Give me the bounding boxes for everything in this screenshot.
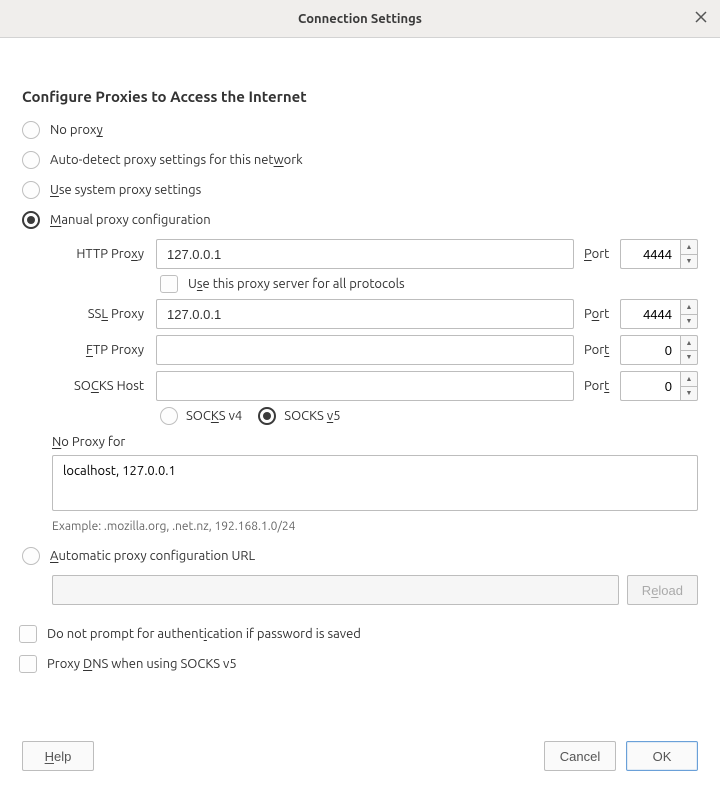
- socks-host-input[interactable]: [156, 371, 574, 401]
- close-icon: [694, 10, 708, 24]
- http-port-label: Port: [580, 247, 614, 261]
- ftp-port-label: Port: [580, 343, 614, 357]
- radio-system-proxy[interactable]: Use system proxy settings: [22, 179, 698, 201]
- ftp-proxy-input[interactable]: [156, 335, 574, 365]
- checkbox-icon: [19, 625, 37, 643]
- radio-label: Manual proxy configuration: [50, 213, 211, 227]
- checkbox-label: Use this proxy server for all protocols: [188, 277, 405, 291]
- checkbox-icon: [19, 655, 37, 673]
- step-down-icon[interactable]: ▼: [680, 386, 698, 402]
- step-up-icon[interactable]: ▲: [680, 239, 698, 254]
- radio-manual-proxy[interactable]: Manual proxy configuration: [22, 209, 698, 231]
- help-button[interactable]: Help: [22, 741, 94, 771]
- ftp-port-spinner[interactable]: ▲▼: [620, 335, 698, 365]
- radio-icon: [22, 121, 40, 139]
- checkbox-no-prompt[interactable]: Do not prompt for authentication if pass…: [19, 623, 698, 645]
- pac-url-input: [52, 575, 619, 605]
- radio-automatic-pac[interactable]: Automatic proxy configuration URL: [22, 545, 698, 567]
- example-text: Example: .mozilla.org, .net.nz, 192.168.…: [52, 520, 698, 533]
- ssl-proxy-label: SSL Proxy: [52, 307, 150, 321]
- radio-label: SOCKS v5: [284, 409, 340, 423]
- titlebar: Connection Settings: [0, 0, 720, 38]
- http-proxy-input[interactable]: [156, 239, 574, 269]
- ftp-port-input[interactable]: [620, 335, 680, 365]
- ftp-proxy-label: FTP Proxy: [52, 343, 150, 357]
- step-up-icon[interactable]: ▲: [680, 299, 698, 314]
- checkbox-label: Do not prompt for authentication if pass…: [47, 627, 361, 641]
- cancel-button[interactable]: Cancel: [544, 741, 616, 771]
- radio-icon: [160, 407, 178, 425]
- no-proxy-for-label: No Proxy for: [52, 435, 698, 449]
- step-down-icon[interactable]: ▼: [680, 350, 698, 366]
- radio-socks-v5[interactable]: SOCKS v5: [258, 407, 340, 425]
- checkbox-label: Proxy DNS when using SOCKS v5: [47, 657, 237, 671]
- ssl-proxy-input[interactable]: [156, 299, 574, 329]
- ssl-port-input[interactable]: [620, 299, 680, 329]
- radio-icon: [22, 211, 40, 229]
- radio-label: Auto-detect proxy settings for this netw…: [50, 153, 303, 167]
- dialog-footer: Help Cancel OK: [22, 741, 698, 771]
- dialog-title: Connection Settings: [298, 12, 422, 26]
- radio-label: Use system proxy settings: [50, 183, 201, 197]
- http-port-spinner[interactable]: ▲▼: [620, 239, 698, 269]
- socks-port-input[interactable]: [620, 371, 680, 401]
- ssl-port-label: Port: [580, 307, 614, 321]
- socks-host-label: SOCKS Host: [52, 379, 150, 393]
- reload-button: Reload: [627, 575, 698, 605]
- checkbox-icon: [160, 275, 178, 293]
- radio-socks-v4[interactable]: SOCKS v4: [160, 407, 242, 425]
- radio-icon: [22, 181, 40, 199]
- radio-label: SOCKS v4: [186, 409, 242, 423]
- use-for-all-checkbox-row[interactable]: Use this proxy server for all protocols: [160, 275, 698, 293]
- no-proxy-for-input[interactable]: [52, 455, 698, 511]
- radio-no-proxy[interactable]: No proxy: [22, 119, 698, 141]
- radio-label: No proxy: [50, 123, 103, 137]
- socks-port-label: Port: [580, 379, 614, 393]
- http-port-input[interactable]: [620, 239, 680, 269]
- radio-icon: [22, 151, 40, 169]
- radio-label: Automatic proxy configuration URL: [50, 549, 255, 563]
- radio-icon: [258, 407, 276, 425]
- section-heading: Configure Proxies to Access the Internet: [22, 88, 698, 105]
- step-down-icon[interactable]: ▼: [680, 314, 698, 330]
- ok-button[interactable]: OK: [626, 741, 698, 771]
- http-proxy-label: HTTP Proxy: [52, 247, 150, 261]
- step-up-icon[interactable]: ▲: [680, 371, 698, 386]
- manual-proxy-form: HTTP Proxy Port ▲▼ Use this proxy server…: [52, 239, 698, 425]
- socks-port-spinner[interactable]: ▲▼: [620, 371, 698, 401]
- checkbox-proxy-dns[interactable]: Proxy DNS when using SOCKS v5: [19, 653, 698, 675]
- step-down-icon[interactable]: ▼: [680, 254, 698, 270]
- step-up-icon[interactable]: ▲: [680, 335, 698, 350]
- radio-icon: [22, 547, 40, 565]
- radio-auto-detect[interactable]: Auto-detect proxy settings for this netw…: [22, 149, 698, 171]
- close-button[interactable]: [694, 10, 710, 26]
- ssl-port-spinner[interactable]: ▲▼: [620, 299, 698, 329]
